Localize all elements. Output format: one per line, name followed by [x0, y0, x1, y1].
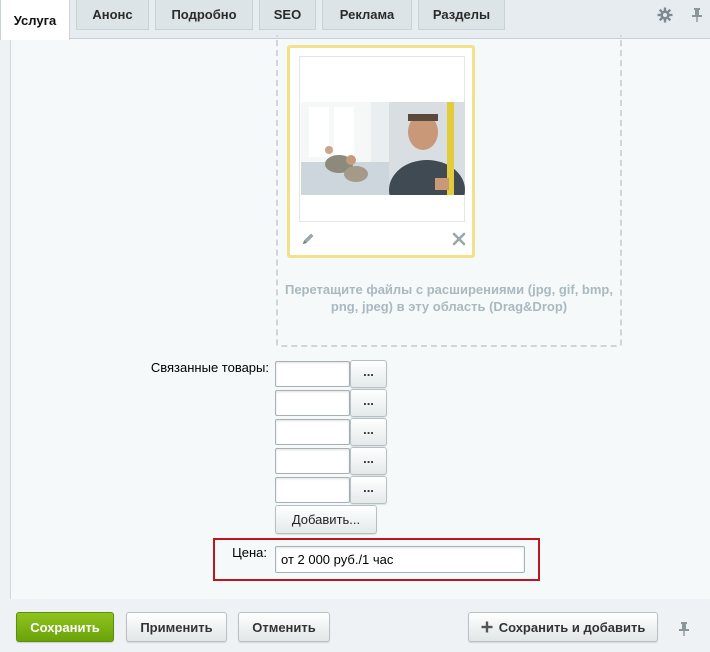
save-button[interactable]: Сохранить	[16, 612, 114, 642]
tab-usluga[interactable]: Услуга	[0, 0, 70, 40]
image-preview-frame	[299, 56, 465, 222]
apply-button[interactable]: Применить	[126, 612, 227, 642]
tab-reklama[interactable]: Реклама	[322, 0, 412, 30]
related-product-input-3[interactable]	[275, 419, 350, 445]
form-area: Перетащите файлы с расширениями (jpg, gi…	[11, 35, 710, 599]
related-product-input-1[interactable]	[275, 361, 350, 387]
close-icon[interactable]	[452, 232, 466, 246]
browse-button-2[interactable]: ...	[350, 389, 387, 417]
cancel-button[interactable]: Отменить	[238, 612, 330, 642]
browse-button-4[interactable]: ...	[350, 447, 387, 475]
related-products-label: Связанные товары:	[150, 360, 269, 375]
pin-icon[interactable]	[688, 6, 706, 24]
related-product-input-2[interactable]	[275, 390, 350, 416]
drop-hint-text: Перетащите файлы с расширениями (jpg, gi…	[284, 282, 613, 314]
tab-podrobno[interactable]: Подробно	[155, 0, 253, 30]
pin-icon[interactable]	[678, 621, 690, 637]
add-related-product-button[interactable]: Добавить...	[275, 505, 377, 534]
related-product-input-4[interactable]	[275, 448, 350, 474]
save-and-add-label: Сохранить и добавить	[498, 619, 646, 635]
tab-razdely[interactable]: Разделы	[418, 0, 505, 30]
tab-bar: Услуга Анонс Подробно SEO Реклама Раздел…	[0, 0, 710, 40]
content-panel: Перетащите файлы с расширениями (jpg, gi…	[10, 35, 710, 599]
file-drop-zone[interactable]: Перетащите файлы с расширениями (jpg, gi…	[276, 35, 622, 347]
price-label: Цена:	[232, 545, 267, 560]
browse-button-1[interactable]: ...	[350, 360, 387, 388]
tab-seo[interactable]: SEO	[259, 0, 316, 30]
image-card[interactable]	[287, 45, 475, 258]
browse-button-5[interactable]: ...	[350, 476, 387, 504]
plus-icon	[481, 621, 493, 633]
save-and-add-button[interactable]: Сохранить и добавить	[468, 612, 658, 642]
price-input[interactable]	[275, 546, 525, 573]
tab-anons[interactable]: Анонс	[76, 0, 149, 30]
pencil-icon[interactable]	[300, 231, 316, 247]
gear-icon[interactable]	[656, 6, 674, 24]
uploaded-photo	[301, 102, 465, 195]
browse-button-3[interactable]: ...	[350, 418, 387, 446]
related-product-input-5[interactable]	[275, 477, 350, 503]
